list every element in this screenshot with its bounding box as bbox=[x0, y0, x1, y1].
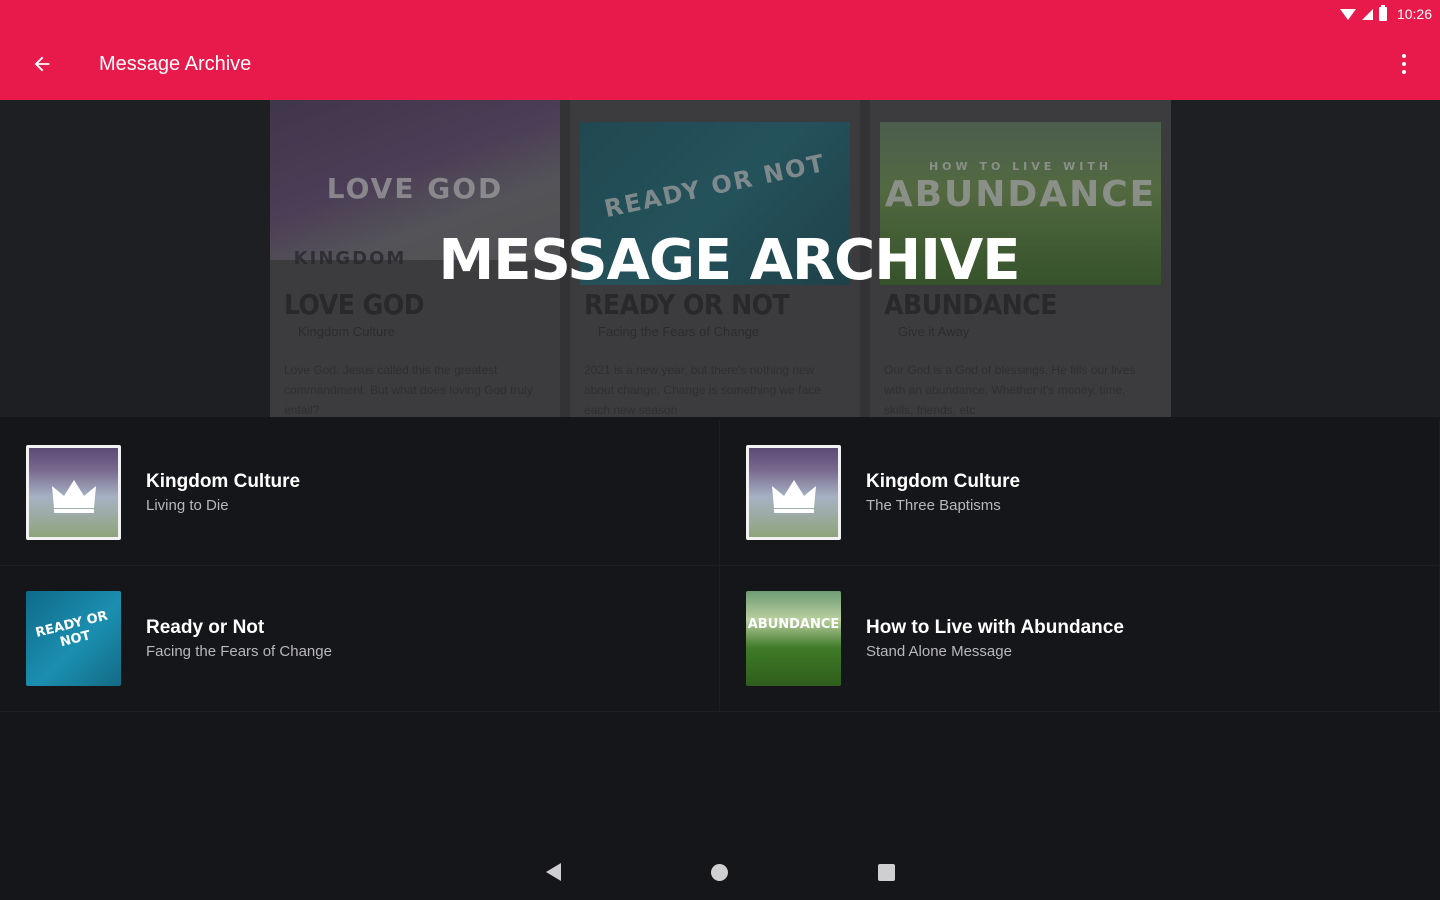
item-subtitle: Stand Alone Message bbox=[866, 642, 1012, 660]
page-title: Message Archive bbox=[99, 52, 252, 75]
item-title: Ready or Not bbox=[146, 616, 265, 638]
status-icons: 10:26 bbox=[1339, 5, 1432, 23]
series-thumbnail bbox=[26, 445, 121, 540]
wifi-icon bbox=[1339, 8, 1356, 20]
item-subtitle: Facing the Fears of Change bbox=[146, 642, 332, 660]
cell-signal-icon bbox=[1361, 8, 1373, 20]
more-vert-icon bbox=[1402, 54, 1406, 58]
hero-title: MESSAGE ARCHIVE bbox=[438, 228, 1020, 293]
series-thumbnail: READY OR NOT bbox=[26, 591, 121, 686]
list-item[interactable]: READY OR NOT Ready or Not Facing the Fea… bbox=[0, 566, 720, 712]
series-thumbnail: ABUNDANCE bbox=[746, 591, 841, 686]
list-item[interactable]: Kingdom Culture Living to Die bbox=[0, 420, 720, 566]
arrow-back-icon bbox=[34, 56, 50, 72]
item-title: Kingdom Culture bbox=[866, 470, 1021, 492]
item-subtitle: Living to Die bbox=[146, 496, 229, 514]
nav-back-icon[interactable] bbox=[545, 863, 561, 881]
list-item[interactable]: ABUNDANCE How to Live with Abundance Sta… bbox=[720, 566, 1440, 712]
status-bar: 10:26 bbox=[0, 0, 1440, 28]
nav-home-icon[interactable] bbox=[710, 863, 728, 881]
nav-recents-icon[interactable] bbox=[877, 863, 895, 881]
crown-icon bbox=[51, 480, 96, 513]
item-subtitle: The Three Baptisms bbox=[866, 496, 1001, 514]
system-nav-bar bbox=[0, 844, 1440, 900]
item-title: Kingdom Culture bbox=[146, 470, 301, 492]
series-thumbnail bbox=[746, 445, 841, 540]
app-bar: Message Archive bbox=[0, 28, 1440, 100]
back-button[interactable] bbox=[0, 28, 84, 100]
status-time: 10:26 bbox=[1396, 6, 1432, 22]
overflow-menu-button[interactable] bbox=[1386, 46, 1422, 82]
item-title: How to Live with Abundance bbox=[866, 616, 1124, 638]
battery-icon bbox=[1378, 5, 1387, 21]
hero-banner: LOVE GOD KINGDOM LOVE GOD Kingdom Cultur… bbox=[0, 100, 1440, 417]
message-list: Kingdom Culture Living to Die Kingdom Cu… bbox=[0, 420, 1440, 712]
list-item[interactable]: Kingdom Culture The Three Baptisms bbox=[720, 420, 1440, 566]
crown-icon bbox=[771, 480, 816, 513]
